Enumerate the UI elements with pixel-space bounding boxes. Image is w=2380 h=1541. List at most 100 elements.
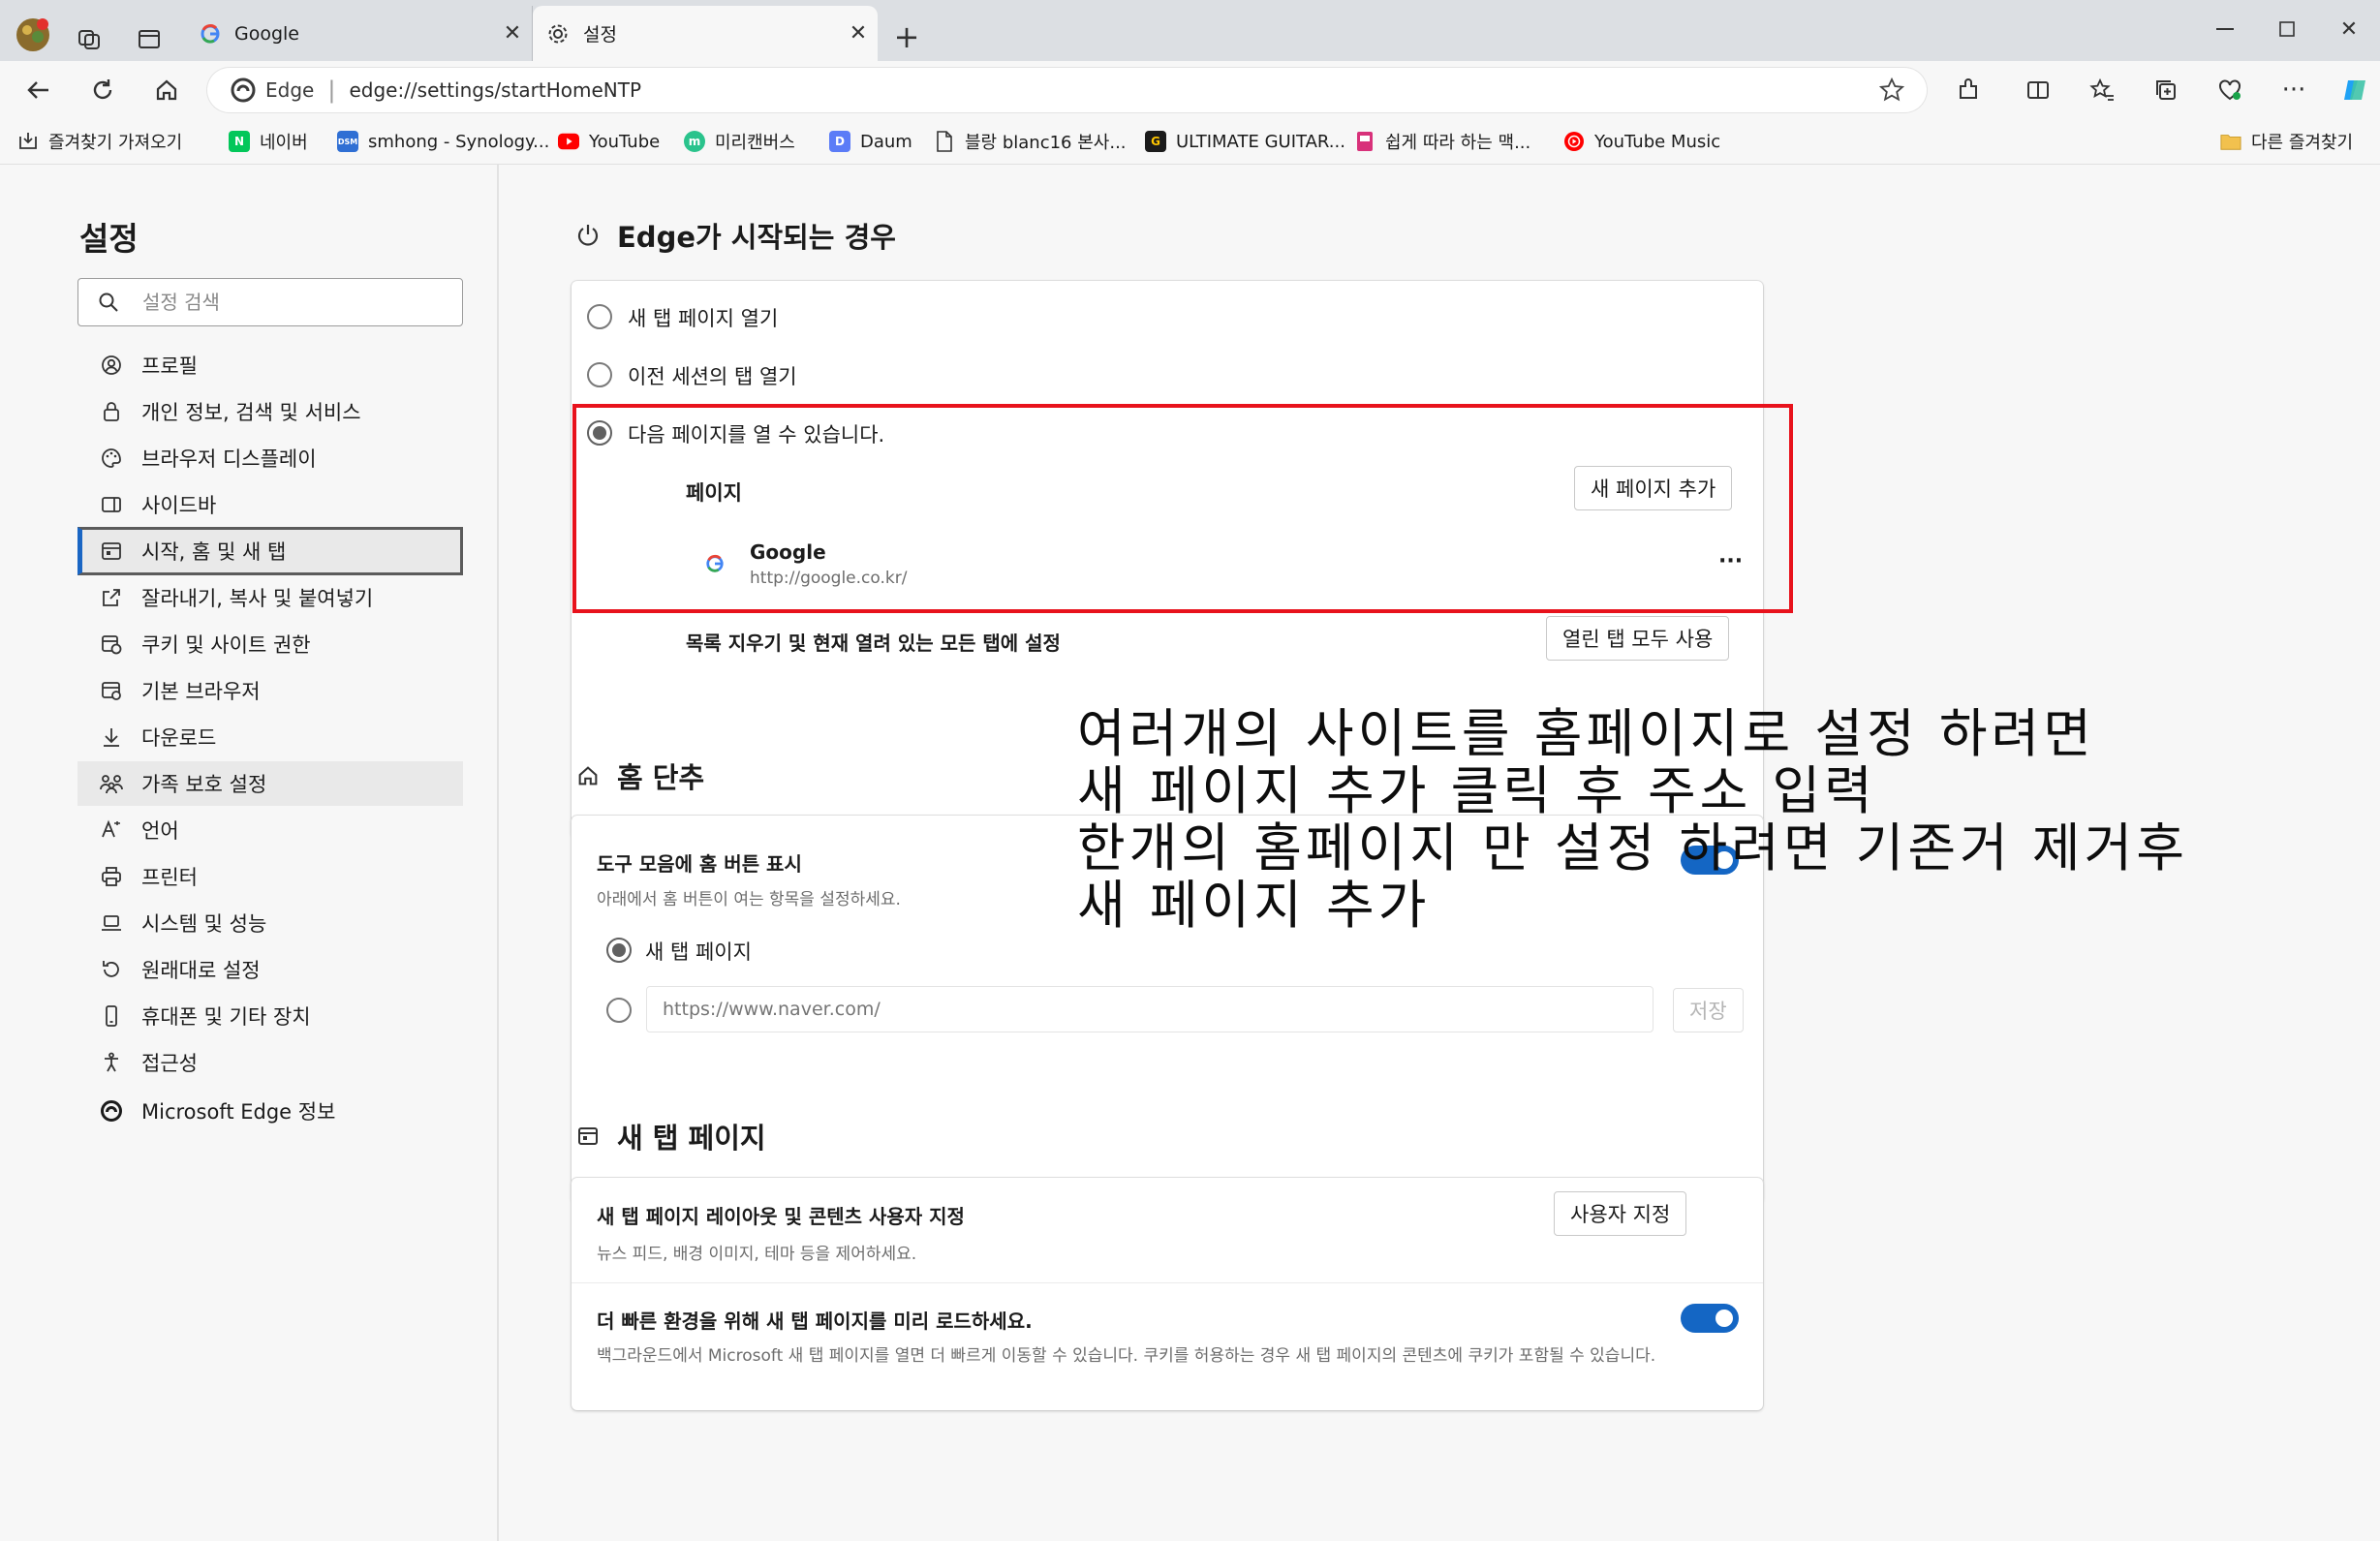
sidebar-item-downloads[interactable]: 다운로드 <box>77 715 463 759</box>
more-icon[interactable]: ··· <box>2272 69 2315 111</box>
fav-label: 즐겨찾기 가져오기 <box>48 133 183 153</box>
miricanvas-icon: m <box>684 131 705 152</box>
sidebar-item-label: 시작, 홈 및 새 탭 <box>141 540 287 564</box>
fav-blanc16[interactable]: 블랑 blanc16 본사... <box>934 129 1127 154</box>
extensions-icon[interactable] <box>1947 69 1990 111</box>
split-screen-icon[interactable] <box>2017 69 2059 111</box>
sidebar-item-printers[interactable]: 프린터 <box>77 854 463 899</box>
radio-open-new-tab[interactable] <box>587 304 612 329</box>
option-label: 새 탭 페이지 <box>645 940 752 964</box>
sidebar-item-system-performance[interactable]: 시스템 및 성능 <box>77 901 463 945</box>
sidebar-item-label: 사이드바 <box>141 494 217 517</box>
tab-google[interactable]: Google ✕ <box>186 6 533 61</box>
sidebar-item-reset-settings[interactable]: 원래대로 설정 <box>77 947 463 992</box>
sidebar-item-default-browser[interactable]: 기본 브라우저 <box>77 668 463 713</box>
sidebar-item-sidebar[interactable]: 사이드바 <box>77 482 463 527</box>
settings-search[interactable] <box>77 278 463 326</box>
collections-icon[interactable] <box>2145 69 2187 111</box>
page-icon <box>934 131 955 152</box>
sidebar-item-family-safety[interactable]: 가족 보호 설정 <box>77 761 463 806</box>
sidebar-item-share-copy-paste[interactable]: 잘라내기, 복사 및 붙여넣기 <box>77 575 463 620</box>
radio-continue-session[interactable] <box>587 362 612 387</box>
fav-label: YouTube <box>589 131 661 152</box>
sidebar-item-about-edge[interactable]: Microsoft Edge 정보 <box>77 1089 463 1133</box>
site-label: Edge <box>265 78 315 102</box>
fav-import[interactable]: 즐겨찾기 가져오기 <box>17 129 182 154</box>
window-close-icon[interactable]: ✕ <box>2325 10 2373 48</box>
minimize-icon[interactable] <box>2201 10 2249 48</box>
fav-daum[interactable]: D Daum <box>829 129 912 154</box>
lock-icon <box>99 399 124 424</box>
fav-miricanvas[interactable]: m 미리캔버스 <box>684 129 795 154</box>
maximize-icon[interactable] <box>2263 10 2311 48</box>
phone-icon <box>99 1003 124 1029</box>
sidebar-item-appearance[interactable]: 브라우저 디스플레이 <box>77 436 463 480</box>
fav-ultimate-guitar[interactable]: G ULTIMATE GUITAR... <box>1145 129 1345 154</box>
tab-settings[interactable]: 설정 ✕ <box>533 6 878 61</box>
power-icon <box>572 220 603 251</box>
new-tab-icon[interactable]: + <box>887 17 926 56</box>
annotation-text: 여러개의 사이트를 홈페이지로 설정 하려면 새 페이지 추가 클릭 후 주소 입… <box>1077 705 2375 934</box>
fav-naver[interactable]: N 네이버 <box>229 129 308 154</box>
tab-strip: Google ✕ 설정 ✕ + ✕ <box>0 0 2380 61</box>
close-icon[interactable]: ✕ <box>493 15 532 53</box>
close-icon[interactable]: ✕ <box>839 15 878 53</box>
customize-button[interactable]: 사용자 지정 <box>1554 1191 1687 1236</box>
url-text[interactable]: edge://settings/startHomeNTP <box>349 78 641 102</box>
sidebar-icon <box>99 492 124 517</box>
tab-label: 설정 <box>583 24 617 46</box>
preload-toggle[interactable] <box>1681 1304 1739 1333</box>
fav-youtube-music[interactable]: YouTube Music <box>1563 129 1720 154</box>
sidebar-item-label: 프로필 <box>141 354 198 378</box>
sidebar-item-cookies-permissions[interactable]: 쿠키 및 사이트 권한 <box>77 622 463 666</box>
radio-home-new-tab[interactable] <box>606 938 632 963</box>
address-bar[interactable]: Edge | edge://settings/startHomeNTP <box>207 68 1927 112</box>
family-icon <box>99 771 124 796</box>
gear-icon <box>546 22 570 46</box>
fav-mac-guide[interactable]: 쉽게 따라 하는 맥... <box>1354 129 1530 154</box>
sidebar-item-profile[interactable]: 프로필 <box>77 343 463 387</box>
sidebar-item-phone-devices[interactable]: 휴대폰 및 기타 장치 <box>77 994 463 1038</box>
annotation-line: 새 페이지 추가 <box>1077 875 1431 936</box>
sidebar-item-accessibility[interactable]: 접근성 <box>77 1040 463 1085</box>
search-input[interactable] <box>140 290 454 315</box>
profile-avatar[interactable] <box>14 15 52 54</box>
back-icon[interactable] <box>17 69 60 111</box>
sidebar-item-languages[interactable]: 언어 <box>77 808 463 852</box>
favorites-icon[interactable] <box>2081 69 2123 111</box>
sidebar-item-privacy[interactable]: 개인 정보, 검색 및 서비스 <box>77 389 463 434</box>
address-separator: | <box>327 77 336 104</box>
copilot-icon[interactable] <box>2334 69 2377 111</box>
fav-label: 미리캔버스 <box>715 133 795 153</box>
palette-icon <box>99 446 124 471</box>
fav-label: 쉽게 따라 하는 맥... <box>1385 133 1531 153</box>
accessibility-icon <box>99 1050 124 1075</box>
sidebar-item-label: 가족 보호 설정 <box>141 773 267 796</box>
radio-home-custom-url[interactable] <box>606 998 632 1023</box>
fav-label: 네이버 <box>260 133 308 153</box>
use-all-open-tabs-button[interactable]: 열린 탭 모두 사용 <box>1546 616 1730 661</box>
home-icon[interactable] <box>145 69 188 111</box>
sidebar-item-label: 다운로드 <box>141 726 217 750</box>
option-label: 새 탭 페이지 열기 <box>628 307 779 330</box>
sidebar-item-label: 휴대폰 및 기타 장치 <box>141 1005 311 1029</box>
fav-youtube[interactable]: YouTube <box>558 129 660 154</box>
printer-icon <box>99 864 124 889</box>
browser-essentials-icon[interactable] <box>2209 69 2251 111</box>
refresh-icon[interactable] <box>81 69 124 111</box>
workspaces-icon[interactable] <box>70 19 108 58</box>
new-tab-page-icon <box>572 1121 603 1152</box>
favorites-bar: 즐겨찾기 가져오기 N 네이버 DSM smhong - Synology...… <box>0 119 2380 165</box>
edge-icon <box>231 77 256 103</box>
fav-other-favorites[interactable]: 다른 즐겨찾기 <box>2220 129 2353 154</box>
cookie-icon <box>99 632 124 657</box>
tab-actions-icon[interactable] <box>130 19 169 58</box>
fav-synology[interactable]: DSM smhong - Synology... <box>337 129 549 154</box>
sidebar-item-start-home-new-tab[interactable]: 시작, 홈 및 새 탭 <box>77 527 463 575</box>
import-favorites-icon <box>17 131 39 152</box>
favorite-star-icon[interactable] <box>1878 77 1905 104</box>
home-url-input[interactable] <box>646 986 1654 1032</box>
save-home-url-button[interactable]: 저장 <box>1673 988 1744 1032</box>
youtube-icon <box>558 131 579 152</box>
edge-icon <box>99 1098 124 1124</box>
